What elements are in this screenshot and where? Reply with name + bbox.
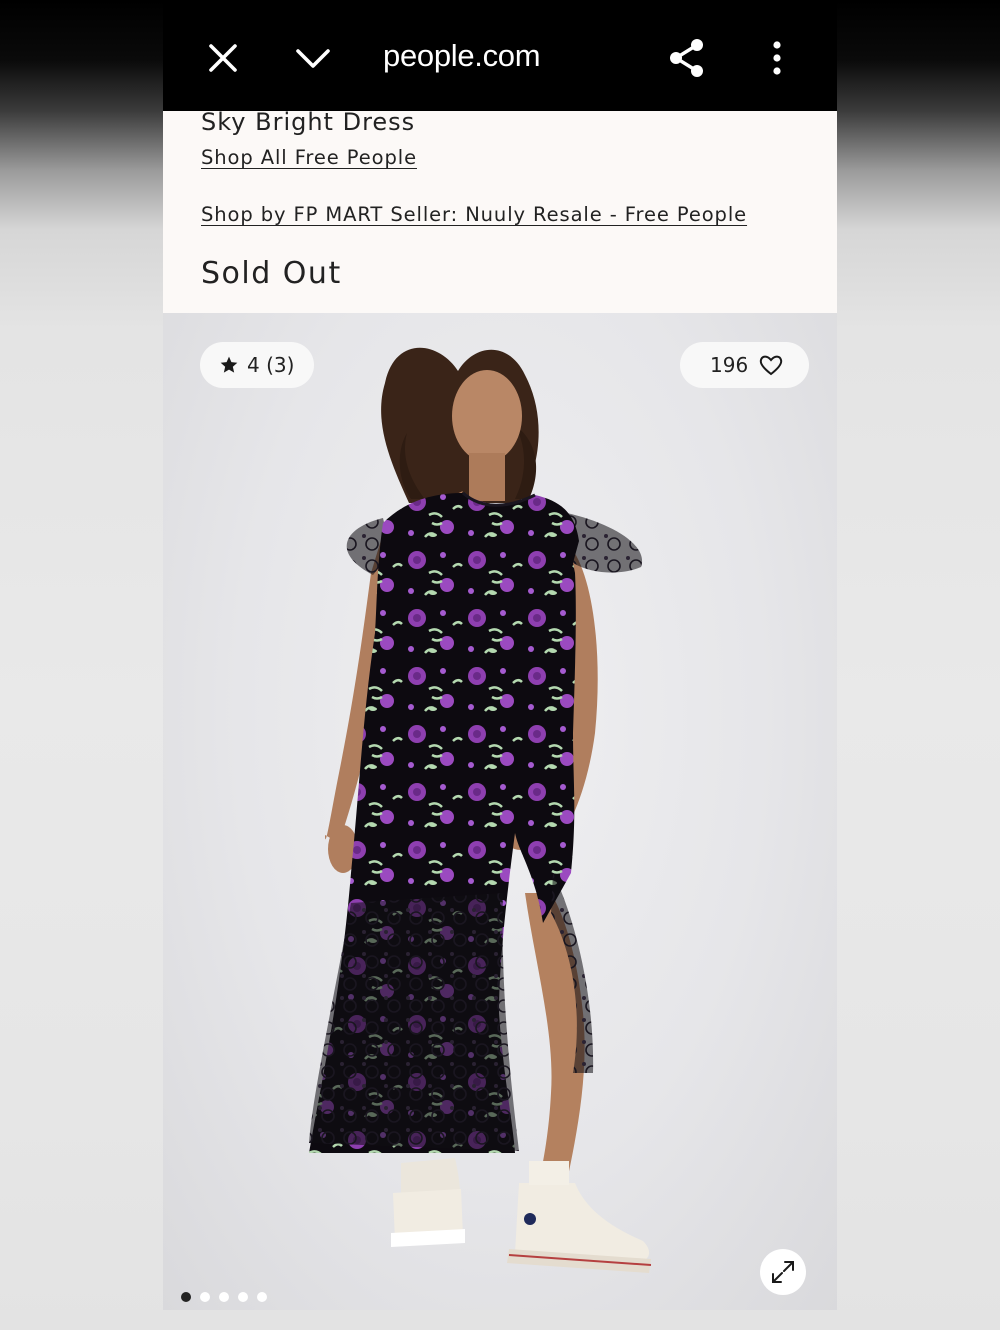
phone-screen: people.com Sky Bright Dress Shop All Fre…	[163, 0, 837, 1310]
url-text[interactable]: people.com	[383, 38, 541, 74]
shop-all-link[interactable]: Shop All Free People	[201, 146, 417, 169]
expand-button[interactable]	[760, 1249, 806, 1295]
collapse-button[interactable]	[289, 34, 337, 82]
chevron-down-icon	[296, 49, 330, 68]
gallery-pagination	[181, 1292, 267, 1302]
rating-badge[interactable]: 4 (3)	[200, 342, 314, 388]
sold-out-status: Sold Out	[201, 256, 342, 291]
product-photo	[309, 347, 652, 1273]
star-icon	[220, 356, 238, 373]
likes-button[interactable]: 196	[680, 342, 809, 388]
more-options-button[interactable]	[753, 34, 801, 82]
seller-link[interactable]: Shop by FP MART Seller: Nuuly Resale - F…	[201, 203, 747, 226]
product-title: Sky Bright Dress	[201, 108, 416, 136]
close-button[interactable]	[199, 34, 247, 82]
heart-icon	[759, 355, 783, 376]
pagination-dot[interactable]	[238, 1292, 248, 1302]
pagination-dot[interactable]	[219, 1292, 229, 1302]
browser-toolbar: people.com	[163, 0, 837, 111]
share-icon	[670, 39, 703, 77]
product-info: Sky Bright Dress Shop All Free People Sh…	[163, 108, 837, 313]
pagination-dot[interactable]	[257, 1292, 267, 1302]
product-image-gallery[interactable]: 4 (3) 196	[163, 313, 837, 1310]
more-vertical-icon	[773, 41, 781, 75]
pagination-dot[interactable]	[200, 1292, 210, 1302]
pagination-dot[interactable]	[181, 1292, 191, 1302]
close-icon	[209, 44, 237, 72]
expand-icon	[772, 1261, 794, 1283]
rating-text: 4 (3)	[247, 353, 295, 377]
share-button[interactable]	[663, 34, 711, 82]
likes-count: 196	[710, 353, 749, 377]
